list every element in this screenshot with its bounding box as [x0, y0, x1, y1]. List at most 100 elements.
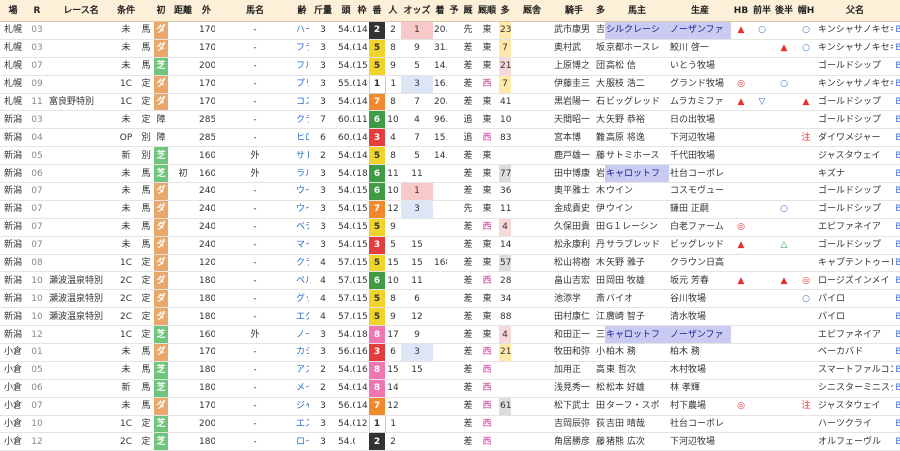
horse-name-cell[interactable]: サトノパシリス — [295, 146, 309, 166]
horse-name-cell[interactable]: カシノパド — [295, 343, 309, 362]
table-row[interactable]: 新潟10瀬波温泉特別2C定ダ 1800-エグジットラック457.0155912 差東… — [0, 307, 900, 327]
owner-cell: 矢野 恭裕 — [605, 110, 669, 130]
column-header-6[interactable]: 距離 — [168, 0, 198, 22]
column-header-21[interactable]: 厩舎 — [511, 0, 553, 22]
second-half-mark-cell: ○ — [773, 200, 795, 219]
horse-name-cell[interactable]: ラルワースコーヴ — [295, 164, 309, 184]
condition-cell: 未 — [114, 361, 138, 380]
table-row[interactable]: 新潟06未馬芝初1600外ラルワースコーヴ354.01861111差東77田中博… — [0, 164, 900, 184]
column-header-1[interactable]: R — [26, 0, 48, 22]
horse-name-cell[interactable]: ウインエアフォルク — [295, 182, 309, 201]
table-row[interactable]: 小倉101C定芝2000-エスキシータ354.01211差西吉岡辰弥荻野極吉田 … — [0, 414, 900, 434]
column-header-5[interactable]: 初 — [154, 0, 168, 22]
column-header-8[interactable]: 馬名 — [215, 0, 295, 22]
table-row[interactable]: 札幌03未馬ダ1700-ハーモニクス354.01422120.3先東23武市康男… — [0, 21, 900, 40]
horse-name-cell[interactable]: エグジットラック — [295, 307, 309, 327]
column-header-14[interactable]: 人 — [385, 0, 401, 22]
horse-name-cell[interactable]: ノーエクスキューズ — [295, 325, 309, 345]
popularity-cell: 3 — [401, 75, 433, 94]
column-header-17[interactable]: 予 — [447, 0, 461, 22]
horse-name-cell[interactable]: ウインラウェイ — [295, 200, 309, 219]
table-row[interactable]: 小倉01未馬ダ1700-カシノパド356.016363差西21牧田和弥小崎綾也柏… — [0, 343, 900, 362]
style-cell: 差 — [461, 254, 475, 273]
weight-cell: 57.0 — [337, 289, 355, 309]
horse-name-cell[interactable]: コスモブルーノーズ — [295, 93, 309, 112]
sire-cell: ゴールドシップ — [817, 236, 893, 255]
table-row[interactable]: 新潟05新別芝1600外サトノパシリス254.01458514.3差東鹿戸雄一藤… — [0, 146, 900, 166]
breeder-cell: 坂元 芳春 — [669, 271, 731, 291]
column-header-2[interactable]: レース名 — [48, 0, 114, 22]
horse-number-cell: 15 — [385, 254, 401, 273]
column-header-18[interactable]: 厩 — [461, 0, 475, 22]
horse-name-cell[interactable]: ペルシュネス — [295, 271, 309, 291]
column-header-22[interactable]: 騎手 — [553, 0, 595, 22]
horse-name-cell[interactable]: クラウンディバイダ — [295, 110, 309, 130]
column-header-27[interactable]: 前半 — [751, 0, 773, 22]
multi-cell — [511, 432, 553, 451]
table-row[interactable]: 新潟12 1C定芝 1600外ノーエクスキューズ354.0188179 差東4 和田正一… — [0, 325, 900, 345]
popularity-cell — [401, 415, 433, 434]
column-header-13[interactable]: 番 — [369, 0, 385, 22]
table-row[interactable]: 新潟07未馬ダ2400-マイネルケイロー354.0153515差東14松永康利丹… — [0, 236, 900, 255]
horse-name-cell[interactable]: ロイヤルパローズ — [295, 432, 309, 451]
table-row[interactable]: 小倉06新馬芝1800-メイショウデージー254.014814差西浅見秀一松若風… — [0, 379, 900, 398]
column-header-30[interactable]: 父名 — [817, 0, 893, 22]
column-header-24[interactable]: 馬主 — [605, 0, 669, 22]
horse-name-cell[interactable]: フルールエトワール — [295, 57, 309, 76]
column-header-28[interactable]: 後半 — [773, 0, 795, 22]
column-header-15[interactable]: オッズ — [401, 0, 433, 22]
table-row[interactable]: 新潟10瀬波温泉特別2C定ダ1800-ペルシュネス457.01561011差西2… — [0, 271, 900, 291]
horse-name-cell[interactable]: ジャストポケット — [295, 397, 309, 416]
column-header-23[interactable]: 多 — [595, 0, 605, 22]
table-row[interactable]: 小倉05未馬芝1800-アズマオウ254.01681515差西加用正高倉稜東 哲… — [0, 361, 900, 380]
horse-name-cell[interactable]: クラウンカーネル — [295, 254, 309, 273]
column-header-7[interactable]: 外 — [198, 0, 215, 22]
column-header-29[interactable]: 帽H — [795, 0, 817, 22]
table-row[interactable]: 新潟081C定ダ1200-クラウンカーネル457.01551515168.6差東… — [0, 254, 900, 273]
table-row[interactable]: 札幌091C定ダ1700-プリンサン355.01411316.1差西7伊藤圭三大… — [0, 74, 900, 94]
table-row[interactable]: 札幌03 未馬ダ 1700-フラテナ354.01458931.0 差東7 奥村武坂井瑠星… — [0, 39, 900, 58]
table-row[interactable]: 小倉07 未馬ダ 1700-ジャストポケット356.014712 差西61 松下武士田中… — [0, 397, 900, 416]
table-row[interactable]: 新潟07 未馬ダ 2400-ベデザンジュ354.01559 差西4 久保田貴田辺裕信G１… — [0, 218, 900, 237]
horse-name-cell[interactable]: ベデザンジュ — [295, 218, 309, 237]
column-header-25[interactable]: 生産 — [669, 0, 731, 22]
surface-cell: ダ — [154, 254, 168, 273]
stable-rank-cell: 21 — [499, 343, 511, 362]
column-header-3[interactable]: 条件 — [114, 0, 138, 22]
horse-name-cell[interactable]: フラテナ — [295, 39, 309, 58]
column-header-20[interactable]: 多 — [499, 0, 511, 22]
column-header-9[interactable]: 齢 — [295, 0, 309, 22]
cap-mark-cell — [795, 57, 817, 76]
table-row[interactable]: 新潟03 未定障 2850-クラウンディバイダ760.011610496.1 追東10… — [0, 110, 900, 130]
column-header-4[interactable] — [138, 0, 154, 22]
stable-rank-cell: 88 — [499, 307, 511, 327]
column-header-16[interactable]: 着 — [433, 0, 447, 22]
table-row[interactable]: 新潟07未馬ダ2400-ウインラウェイ354.0157123先東11金成貴史伊藤… — [0, 200, 900, 219]
table-row[interactable]: 新潟07 未馬ダ 2400-ウインエアフォルク354.0156101 差東36 奥平雅士… — [0, 182, 900, 201]
horse-name-cell[interactable]: マイネルケイロー — [295, 236, 309, 255]
column-header-12[interactable]: 枠 — [355, 0, 369, 22]
horse-name-cell[interactable]: ヒロノタイリク — [295, 128, 309, 148]
horse-name-cell[interactable]: エスキシータ — [295, 415, 309, 434]
column-header-26[interactable]: HB — [731, 0, 751, 22]
column-header-0[interactable]: 場 — [0, 0, 26, 22]
column-header-11[interactable]: 頭 — [337, 0, 355, 22]
table-row[interactable]: 小倉12 2C定芝 1800-ロイヤルパローズ354.0 22 差西 角居勝彦藤井勘一猪熊… — [0, 432, 900, 451]
table-row[interactable]: 新潟04 OP別障 2850-ヒロノタイリク660.01434715.6 追西83 宮本… — [0, 128, 900, 148]
age-cell: 4 — [309, 271, 337, 291]
column-header-31[interactable] — [893, 0, 900, 22]
horse-name-cell[interactable]: ハーモニクス — [295, 21, 309, 40]
horse-name-cell[interactable]: プリンサン — [295, 75, 309, 94]
sire-cell: ダイワメジャー — [817, 128, 893, 148]
horse-name-cell[interactable]: メイショウデージー — [295, 379, 309, 398]
field-size-cell: 18 — [355, 164, 369, 184]
table-row[interactable]: 札幌11富良野特別1C定ダ1700-コスモブルーノーズ354.01478720.… — [0, 93, 900, 112]
jockey-cell: 団野大成 — [595, 57, 605, 76]
horse-name-cell[interactable]: アズマオウ — [295, 361, 309, 380]
column-header-10[interactable]: 斤量 — [309, 0, 337, 22]
table-row[interactable]: 新潟10瀬波温泉特別2C定ダ 1800-グッドヘルスバイオ457.015586 差東… — [0, 289, 900, 309]
horse-name-cell[interactable]: グッドヘルスバイオ — [295, 289, 309, 309]
weight-cell: 54.0 — [337, 164, 355, 184]
column-header-19[interactable]: 厩順 — [475, 0, 499, 22]
table-row[interactable]: 札幌07未馬芝2000-フルールエトワール354.01559514.4差東21上… — [0, 57, 900, 76]
